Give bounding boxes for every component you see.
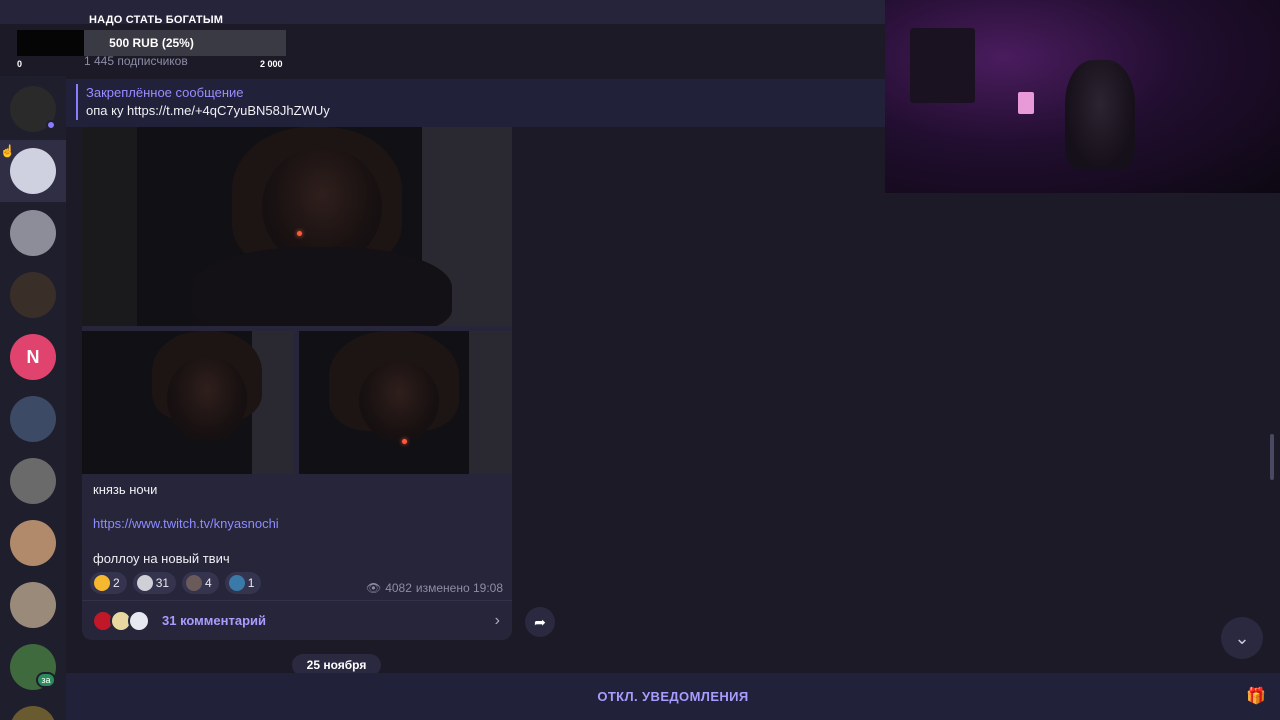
- chat-avatar-3[interactable]: [10, 210, 56, 256]
- reaction-2[interactable]: 31: [132, 572, 177, 594]
- telegram-channel-window: N за НАДО СТАТЬ БОГАТЫМ 500 RUB (25%) 1 …: [0, 0, 1280, 720]
- post-link[interactable]: https://www.twitch.tv/knyasnochi: [93, 516, 279, 531]
- reaction-count: 2: [113, 576, 120, 590]
- post-photo-3[interactable]: [299, 331, 512, 474]
- scrollbar-thumb[interactable]: [1270, 434, 1274, 480]
- reaction-avatar-icon: [228, 575, 245, 591]
- chevron-down-icon: ⌄: [1234, 627, 1250, 648]
- goal-max-label: 2 000: [260, 59, 283, 69]
- chat-avatar-n[interactable]: N: [10, 334, 56, 380]
- chat-avatar-7[interactable]: [10, 458, 56, 504]
- comment-avatars: [92, 610, 152, 632]
- post-caption: фоллоу на новый твич: [93, 551, 230, 566]
- webcam-monitor: [910, 28, 975, 103]
- share-button[interactable]: ➦: [525, 607, 555, 637]
- reaction-3[interactable]: 4: [182, 572, 219, 594]
- edited-time: изменено 19:08: [415, 581, 503, 595]
- share-icon: ➦: [534, 613, 546, 630]
- goal-progress-bar: 500 RUB (25%): [17, 30, 286, 56]
- photo-face: [359, 361, 439, 441]
- reaction-avatar-icon: [136, 575, 153, 591]
- pinned-accent-bar: [76, 84, 78, 120]
- post-title: князь ночи: [93, 482, 158, 497]
- chat-avatar-6[interactable]: [10, 396, 56, 442]
- reaction-count: 4: [205, 576, 212, 590]
- avatar-letter: N: [26, 346, 40, 367]
- channel-post: князь ночи https://www.twitch.tv/knyasno…: [82, 127, 512, 640]
- mute-notifications-button[interactable]: ОТКЛ. УВЕДОМЛЕНИЯ: [66, 673, 1280, 720]
- chat-list-rail: N за: [0, 76, 66, 720]
- mouse-cursor-icon: ☝: [0, 144, 15, 158]
- chat-avatar-9[interactable]: [10, 582, 56, 628]
- eye-icon: 👁: [365, 581, 382, 595]
- photo-background: [82, 127, 137, 326]
- gift-icon[interactable]: 🎁: [1246, 686, 1266, 706]
- bottom-bar: ОТКЛ. УВЕДОМЛЕНИЯ 🎁: [66, 673, 1280, 720]
- post-photo-2[interactable]: [82, 331, 294, 474]
- chat-avatar-4[interactable]: [10, 272, 56, 318]
- online-indicator: [46, 120, 56, 130]
- goal-min-label: 0: [17, 59, 23, 69]
- subscriber-count: 1 445 подписчиков: [84, 54, 188, 68]
- commenter-avatar: [128, 610, 150, 632]
- reaction-count: 31: [155, 576, 170, 590]
- post-photo-1[interactable]: [82, 127, 512, 326]
- unread-badge: за: [36, 672, 56, 688]
- photo-background: [469, 331, 512, 474]
- chat-avatar-8[interactable]: [10, 520, 56, 566]
- photo-body: [192, 247, 452, 326]
- view-count: 4082: [385, 581, 412, 595]
- pinned-message[interactable]: Закреплённое сообщение опа ку https://t.…: [66, 79, 885, 127]
- cigarette-glow: [402, 439, 407, 444]
- goal-title: НАДО СТАТЬ БОГАТЫМ: [89, 14, 224, 26]
- post-meta: 👁 4082 изменено 19:08: [366, 581, 503, 595]
- pinned-text: опа ку https://t.me/+4qC7yuBN58JhZWUy: [86, 103, 330, 118]
- pinned-title: Закреплённое сообщение: [86, 85, 244, 100]
- comments-label: 31 комментарий: [162, 613, 267, 628]
- reaction-4[interactable]: 1: [224, 572, 262, 594]
- comments-link[interactable]: 31 комментарий ›: [82, 600, 512, 640]
- reactions-bar: 2 31 4 1: [90, 572, 262, 594]
- scroll-down-button[interactable]: ⌄: [1221, 617, 1263, 659]
- webcam-overlay: [885, 0, 1280, 193]
- photo-face: [167, 356, 247, 441]
- chat-avatar-2[interactable]: [10, 148, 56, 194]
- reaction-avatar-icon: [186, 575, 203, 591]
- webcam-light: [1018, 92, 1034, 114]
- star-icon: [94, 575, 110, 591]
- webcam-person: [1065, 60, 1135, 170]
- chevron-right-icon: ›: [494, 612, 500, 629]
- chat-avatar-11[interactable]: [10, 706, 56, 720]
- reaction-star[interactable]: 2: [90, 572, 127, 594]
- reaction-count: 1: [247, 576, 255, 590]
- goal-progress-text: 500 RUB (25%): [109, 36, 194, 50]
- cigarette-glow: [297, 231, 302, 236]
